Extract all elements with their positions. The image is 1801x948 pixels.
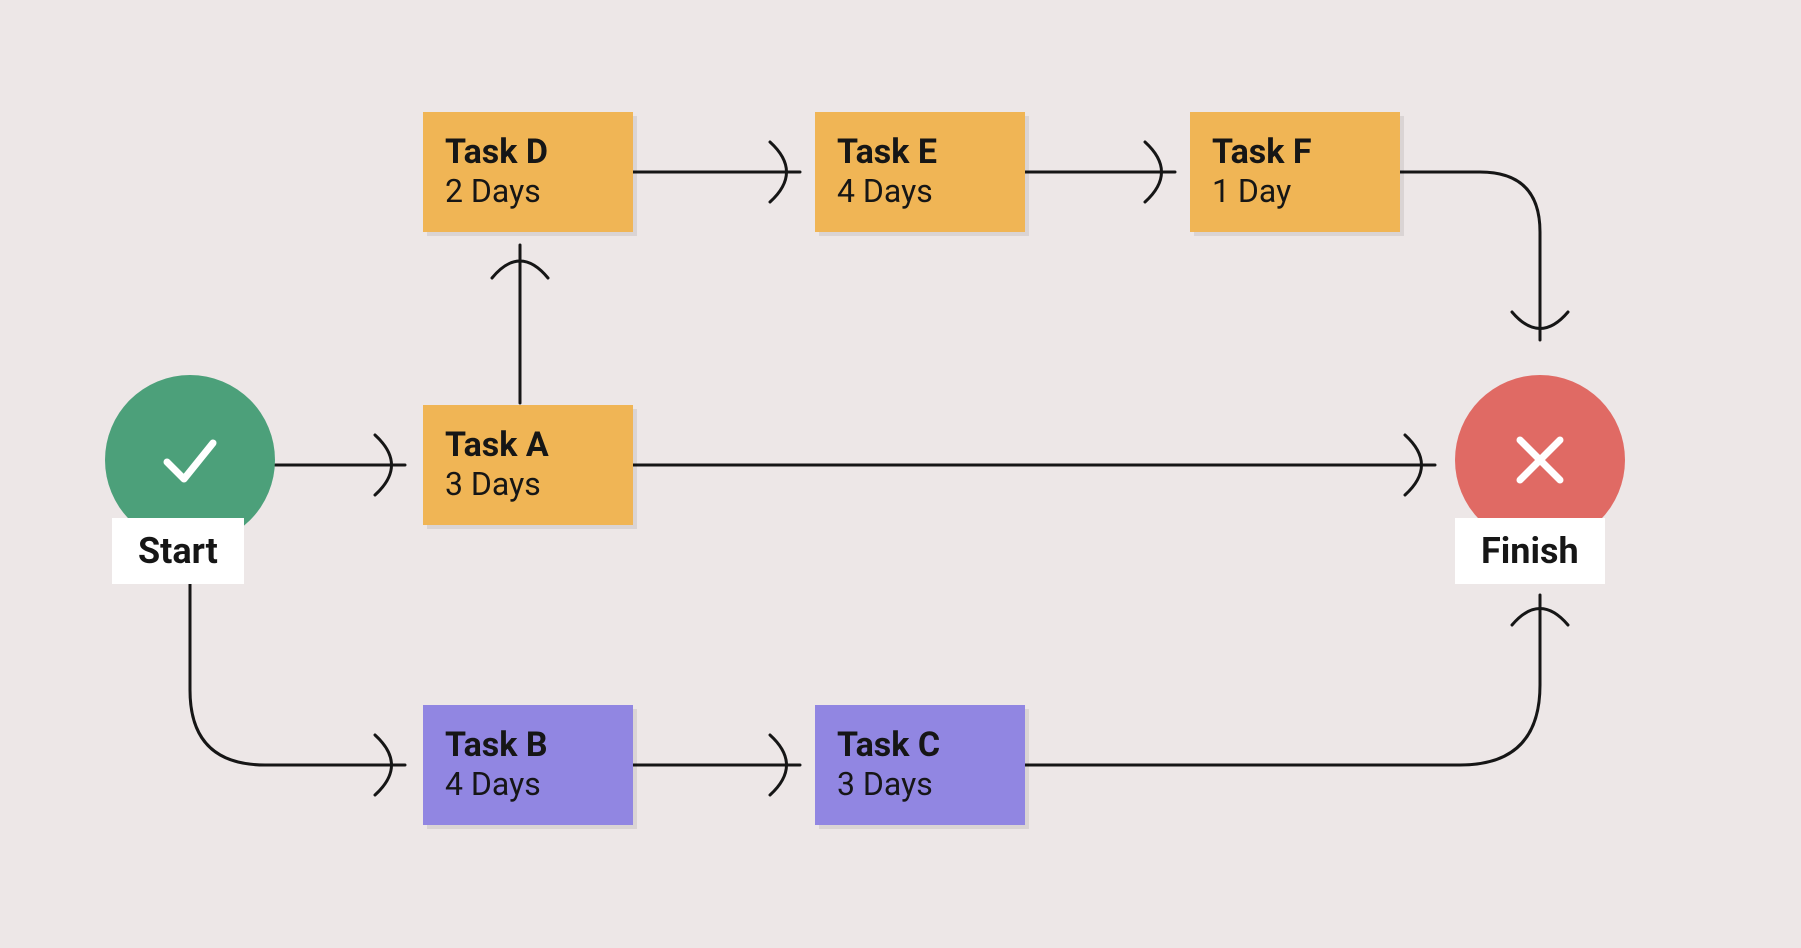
edge-start-b-tip [375,735,392,795]
task-e: Task E 4 Days [815,112,1025,232]
edge-f-finish [1400,172,1540,340]
check-icon [151,421,229,499]
edge-e-f-tip [1145,142,1162,202]
task-e-title: Task E [837,133,1003,172]
task-f-duration: 1 Day [1212,172,1378,210]
task-f: Task F 1 Day [1190,112,1400,232]
task-b-title: Task B [445,726,611,765]
task-a-title: Task A [445,426,611,465]
task-b: Task B 4 Days [423,705,633,825]
task-c-duration: 3 Days [837,765,1003,803]
edge-b-c-tip [770,735,787,795]
edge-start-a-tip [375,435,392,495]
task-f-title: Task F [1212,133,1378,172]
edge-c-finish [1025,595,1540,765]
edge-d-e-tip [770,142,787,202]
task-a: Task A 3 Days [423,405,633,525]
task-c: Task C 3 Days [815,705,1025,825]
task-a-duration: 3 Days [445,465,611,503]
edge-a-finish-tip [1405,435,1422,495]
task-d: Task D 2 Days [423,112,633,232]
task-c-title: Task C [837,726,1003,765]
x-icon [1504,424,1576,496]
edge-a-d-tip [492,261,548,278]
edge-c-finish-tip [1512,609,1568,626]
edge-start-b [190,560,405,765]
task-e-duration: 4 Days [837,172,1003,210]
task-d-title: Task D [445,133,611,172]
project-network-diagram: Start Finish Task D 2 Days Task E 4 Days… [0,0,1801,948]
finish-label: Finish [1455,518,1605,584]
start-label: Start [112,518,244,584]
task-d-duration: 2 Days [445,172,611,210]
edge-f-finish-tip [1512,312,1568,329]
task-b-duration: 4 Days [445,765,611,803]
